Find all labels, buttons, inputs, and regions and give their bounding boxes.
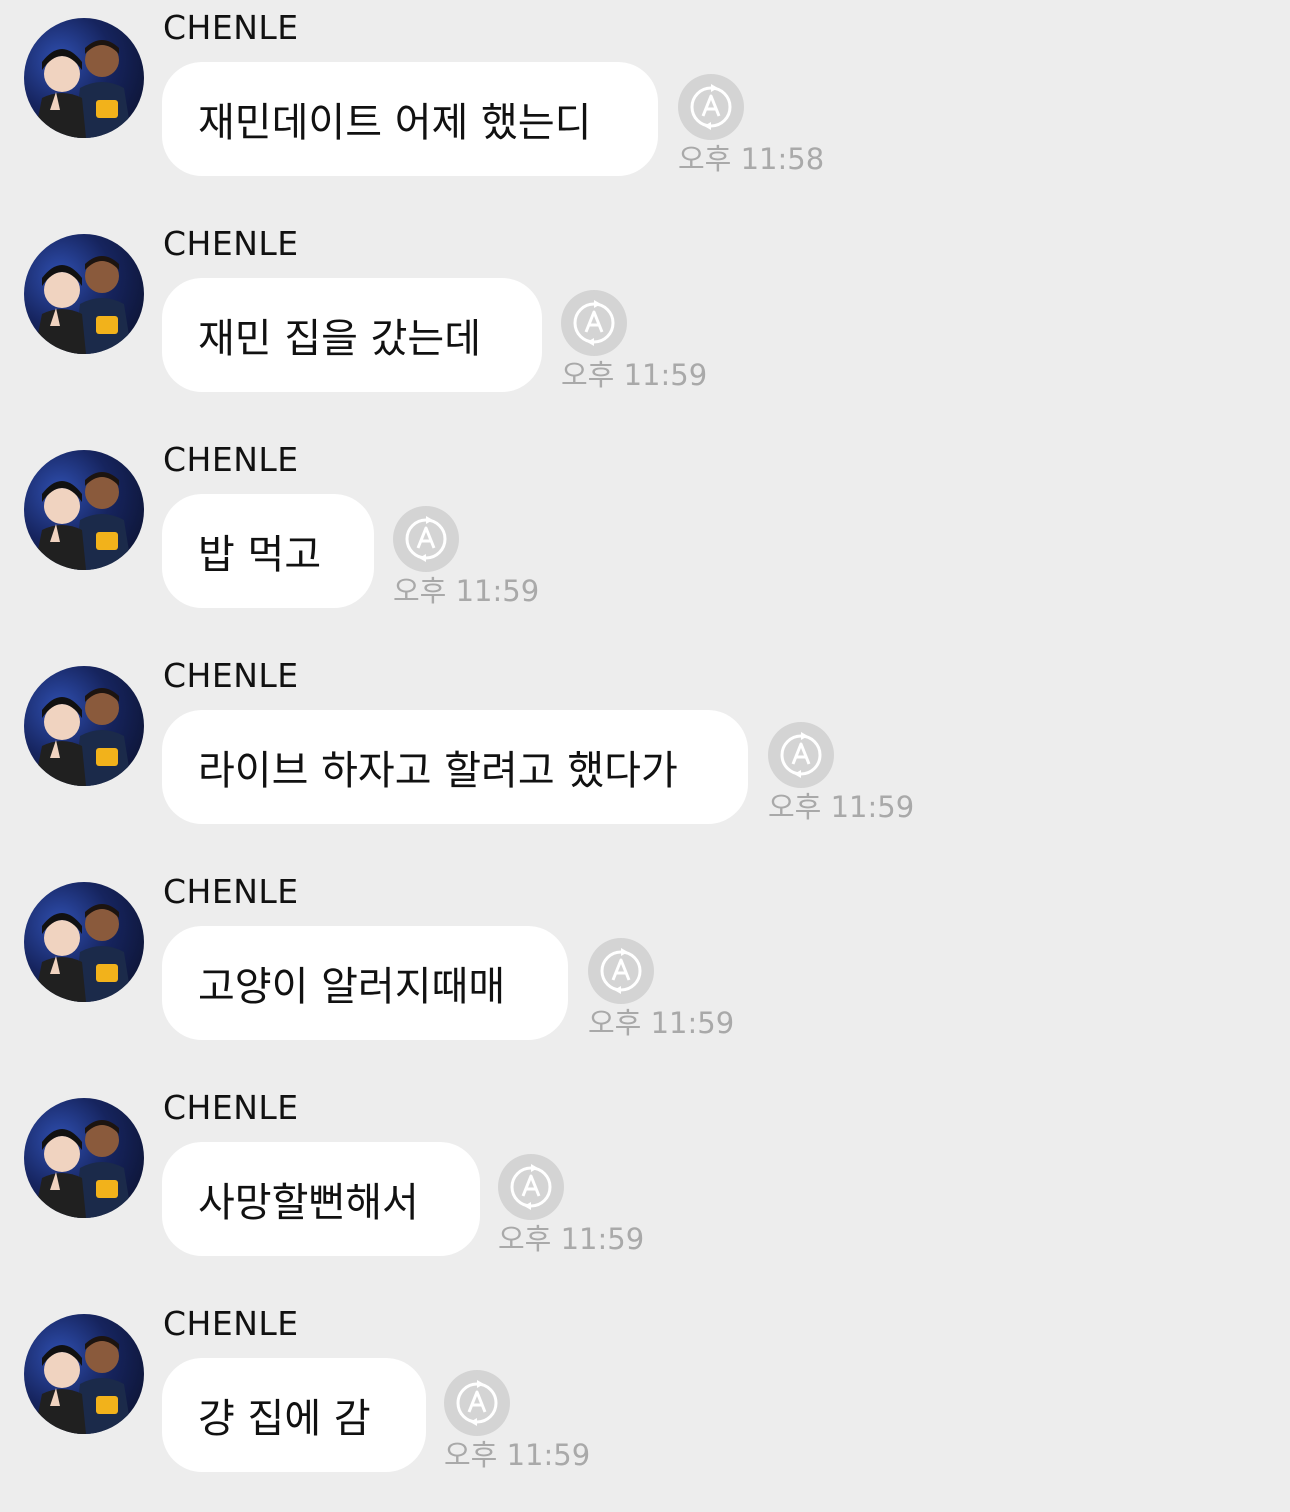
sender-name: CHENLE bbox=[163, 440, 299, 479]
message-time: 오후 11:59 bbox=[588, 1006, 735, 1040]
message-bubble[interactable]: 재민 집을 갔는데 bbox=[162, 278, 542, 392]
translate-icon[interactable] bbox=[588, 938, 654, 1004]
avatar[interactable] bbox=[24, 450, 144, 570]
message-text: 재민데이트 어제 했는디 bbox=[198, 100, 592, 146]
message-row: CHENLE 라이브 하자고 할려고 했다가 오후 11:59 bbox=[0, 648, 1290, 864]
message-bubble[interactable]: 밥 먹고 bbox=[162, 494, 374, 608]
translate-icon[interactable] bbox=[393, 506, 459, 572]
message-text: 라이브 하자고 할려고 했다가 bbox=[198, 748, 678, 794]
translate-icon[interactable] bbox=[561, 290, 627, 356]
translate-icon[interactable] bbox=[678, 74, 744, 140]
translate-icon[interactable] bbox=[498, 1154, 564, 1220]
avatar[interactable] bbox=[24, 18, 144, 138]
message-bubble[interactable]: 고양이 알러지때매 bbox=[162, 926, 568, 1040]
message-text: 걍 집에 감 bbox=[198, 1396, 371, 1442]
message-text: 재민 집을 갔는데 bbox=[198, 316, 482, 362]
message-time: 오후 11:59 bbox=[561, 358, 708, 392]
message-row: CHENLE 재민데이트 어제 했는디 오후 11:58 bbox=[0, 0, 1290, 216]
translate-icon[interactable] bbox=[444, 1370, 510, 1436]
avatar[interactable] bbox=[24, 1098, 144, 1218]
avatar[interactable] bbox=[24, 234, 144, 354]
message-time: 오후 11:59 bbox=[498, 1222, 645, 1256]
sender-name: CHENLE bbox=[163, 1088, 299, 1127]
message-bubble[interactable]: 재민데이트 어제 했는디 bbox=[162, 62, 658, 176]
sender-name: CHENLE bbox=[163, 8, 299, 47]
translate-icon[interactable] bbox=[768, 722, 834, 788]
message-text: 고양이 알러지때매 bbox=[198, 964, 506, 1010]
message-bubble[interactable]: 사망할뻔해서 bbox=[162, 1142, 480, 1256]
sender-name: CHENLE bbox=[163, 872, 299, 911]
message-time: 오후 11:59 bbox=[393, 574, 540, 608]
message-time: 오후 11:58 bbox=[678, 142, 825, 176]
message-time: 오후 11:59 bbox=[768, 790, 915, 824]
avatar[interactable] bbox=[24, 1314, 144, 1434]
message-row: CHENLE 밥 먹고 오후 11:59 bbox=[0, 432, 1290, 648]
message-row: CHENLE 고양이 알러지때매 오후 11:59 bbox=[0, 864, 1290, 1080]
message-row: CHENLE 사망할뻔해서 오후 11:59 bbox=[0, 1080, 1290, 1296]
avatar[interactable] bbox=[24, 666, 144, 786]
sender-name: CHENLE bbox=[163, 656, 299, 695]
sender-name: CHENLE bbox=[163, 224, 299, 263]
avatar[interactable] bbox=[24, 882, 144, 1002]
message-row: CHENLE 재민 집을 갔는데 오후 11:59 bbox=[0, 216, 1290, 432]
message-text: 사망할뻔해서 bbox=[198, 1180, 419, 1226]
message-time: 오후 11:59 bbox=[444, 1438, 591, 1472]
message-row: CHENLE 걍 집에 감 오후 11:59 bbox=[0, 1296, 1290, 1512]
sender-name: CHENLE bbox=[163, 1304, 299, 1343]
message-bubble[interactable]: 라이브 하자고 할려고 했다가 bbox=[162, 710, 748, 824]
message-bubble[interactable]: 걍 집에 감 bbox=[162, 1358, 426, 1472]
chat-message-list: CHENLE 재민데이트 어제 했는디 오후 11:58 CHENLE 재민 집… bbox=[0, 0, 1290, 1503]
message-text: 밥 먹고 bbox=[198, 532, 322, 578]
